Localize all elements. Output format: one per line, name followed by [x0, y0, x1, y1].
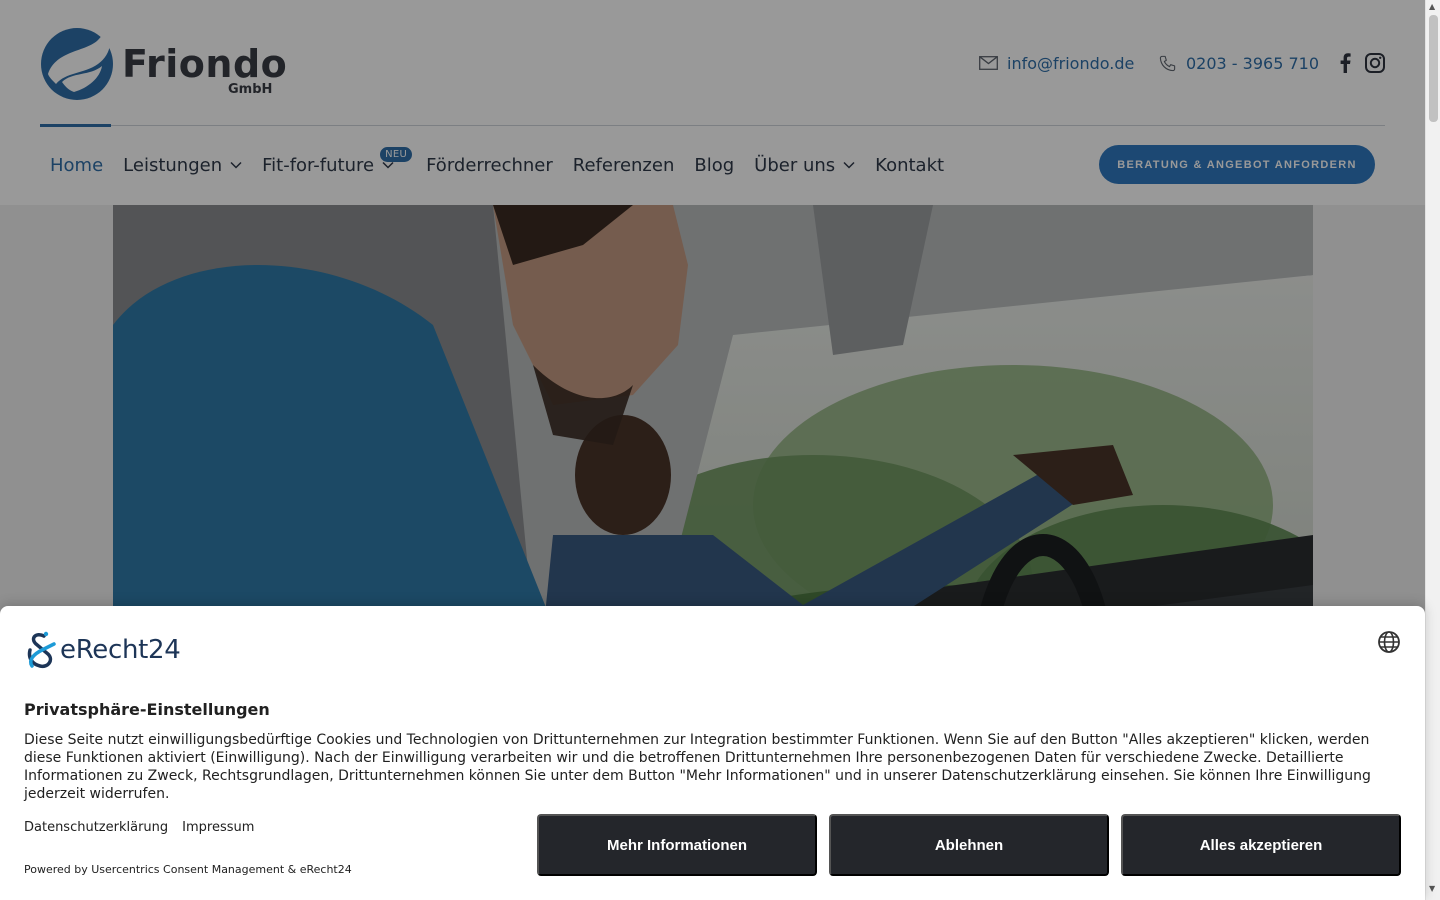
new-badge: NEU: [380, 146, 413, 162]
scroll-thumb[interactable]: [1429, 15, 1438, 122]
nav-leistungen-label: Leistungen: [123, 154, 223, 176]
language-globe-icon[interactable]: [1377, 630, 1401, 654]
accept-all-button[interactable]: Alles akzeptieren: [1121, 814, 1401, 876]
scroll-down-arrow[interactable]: ▼: [1429, 884, 1438, 893]
imprint-link[interactable]: Impressum: [182, 820, 254, 835]
deny-button[interactable]: Ablehnen: [829, 814, 1109, 876]
nav-kontakt-label: Kontakt: [875, 154, 945, 176]
email-link[interactable]: info@friondo.de: [979, 52, 1134, 74]
consent-title: Privatsphäre-Einstellungen: [24, 700, 270, 719]
chevron-down-icon: [230, 161, 242, 169]
erecht24-logo: eRecht24: [24, 630, 181, 670]
nav-referenzen[interactable]: Referenzen: [563, 155, 685, 176]
nav-ueber-uns-label: Über uns: [754, 154, 836, 176]
header-divider: [40, 125, 1385, 126]
nav-referenzen-label: Referenzen: [572, 154, 675, 176]
phone-text: 0203 - 3965 710: [1186, 53, 1320, 73]
main-nav: Home Leistungen Fit-for-future NEU Förde…: [40, 146, 954, 182]
cookie-consent-banner: eRecht24 Privatsphäre-Einstellungen Dies…: [0, 606, 1425, 900]
instagram-icon[interactable]: [1364, 52, 1386, 74]
phone-link[interactable]: 0203 - 3965 710: [1158, 52, 1319, 74]
nav-fit-for-future-label: Fit-for-future: [262, 154, 375, 176]
consent-links: Datenschutzerklärung Impressum: [24, 820, 268, 835]
nav-leistungen[interactable]: Leistungen: [113, 155, 252, 176]
nav-home[interactable]: Home: [40, 155, 113, 176]
logo-subtitle: GmbH: [228, 82, 273, 97]
friondo-logo-mark: [41, 24, 113, 100]
active-nav-indicator: [40, 124, 111, 127]
site-header: Friondo GmbH info@friondo.de 0203 - 3965…: [0, 0, 1425, 205]
request-offer-button[interactable]: BERATUNG & ANGEBOT ANFORDERN: [1099, 145, 1375, 184]
powered-by-text: Powered by Usercentrics Consent Manageme…: [24, 863, 352, 876]
erecht24-logo-mark: [27, 631, 56, 669]
email-text: info@friondo.de: [1007, 53, 1135, 73]
nav-blog-label: Blog: [694, 154, 735, 176]
nav-ueber-uns[interactable]: Über uns: [744, 155, 865, 176]
phone-icon: [1159, 55, 1176, 71]
nav-fit-for-future[interactable]: Fit-for-future NEU: [252, 146, 413, 176]
chevron-down-icon: [382, 161, 394, 169]
consent-description: Diese Seite nutzt einwilligungsbedürftig…: [24, 732, 1371, 802]
more-info-button[interactable]: Mehr Informationen: [537, 814, 817, 876]
page-scrollbar[interactable]: ▲ ▼: [1425, 0, 1440, 900]
friondo-logo[interactable]: Friondo GmbH: [40, 22, 287, 106]
nav-foerderrechner[interactable]: Förderrechner: [416, 155, 563, 176]
nav-kontakt[interactable]: Kontakt: [865, 155, 954, 176]
chevron-down-icon: [843, 161, 855, 169]
scroll-up-arrow[interactable]: ▲: [1429, 2, 1438, 11]
nav-blog[interactable]: Blog: [684, 155, 744, 176]
facebook-icon[interactable]: [1334, 52, 1356, 74]
mail-icon: [979, 56, 998, 70]
nav-home-label: Home: [50, 154, 104, 176]
nav-foerderrechner-label: Förderrechner: [426, 154, 553, 176]
erecht24-wordmark: eRecht24: [60, 635, 181, 665]
privacy-policy-link[interactable]: Datenschutzerklärung: [24, 820, 168, 835]
logo-wordmark: Friondo: [122, 42, 288, 86]
